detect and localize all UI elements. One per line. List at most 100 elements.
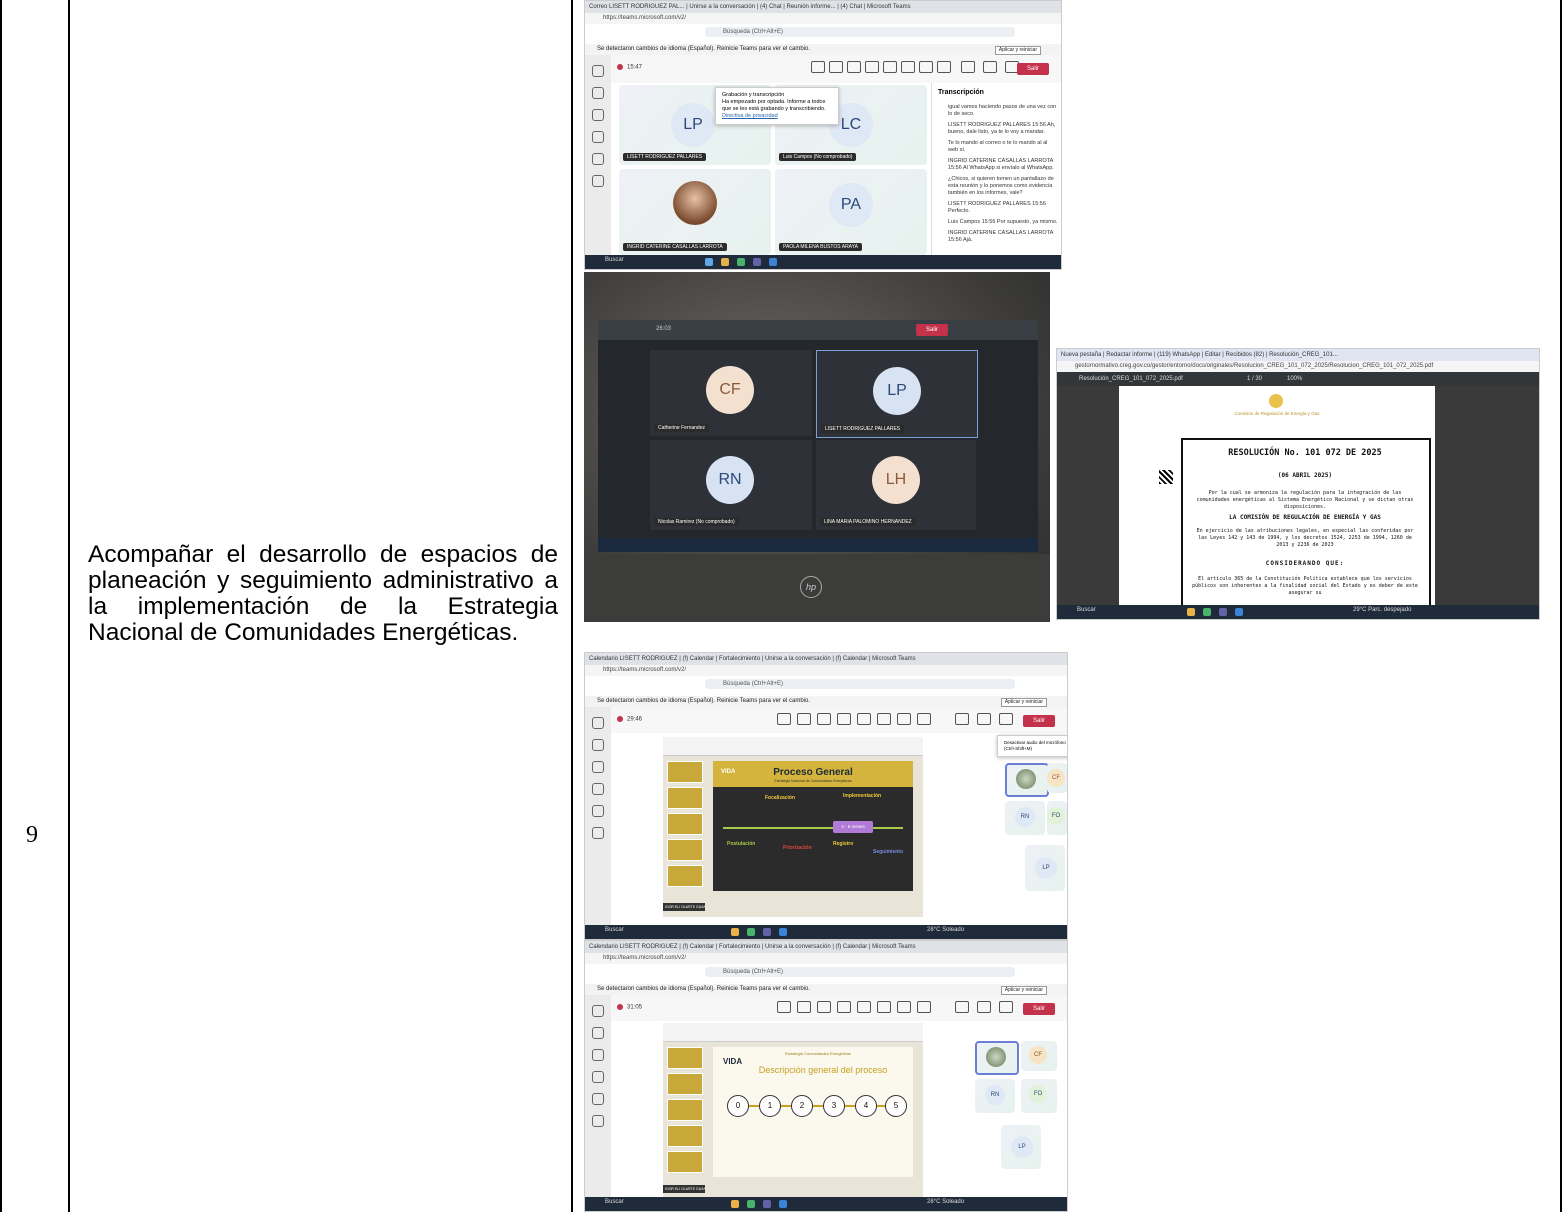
slide-thumbnail[interactable]	[667, 1125, 703, 1147]
taskbar-app-icon[interactable]	[769, 258, 777, 266]
notes-icon[interactable]	[897, 713, 911, 725]
slide-thumbnail[interactable]	[667, 761, 703, 783]
search-input[interactable]: Búsqueda (Ctrl+Alt+E)	[705, 967, 1015, 977]
slide-thumbnail[interactable]	[667, 787, 703, 809]
notes-icon[interactable]	[897, 1001, 911, 1013]
browser-tabs[interactable]: Nueva pestaña | Redactar informe | (119)…	[1057, 349, 1539, 361]
mic-icon[interactable]	[983, 61, 997, 73]
teams-icon[interactable]	[763, 1200, 771, 1208]
mic-icon[interactable]	[977, 713, 991, 725]
slide-thumbnail[interactable]	[667, 1073, 703, 1095]
taskbar-app-icon[interactable]	[779, 1200, 787, 1208]
participant-tile[interactable]: RN Nicolas Ramirez (No comprobado)	[650, 440, 812, 530]
participant-tile[interactable]: LP LISETT RODRIGUEZ PALLARES	[816, 350, 978, 438]
taskbar-search[interactable]: Buscar	[1077, 607, 1096, 613]
address-bar[interactable]: gestornormativo.creg.gov.co/gestor/entor…	[1057, 361, 1539, 372]
reactions-icon[interactable]	[865, 61, 879, 73]
camera-icon[interactable]	[961, 61, 975, 73]
taskbar-search[interactable]: Buscar	[605, 927, 624, 933]
participant-tile[interactable]: LP	[1025, 845, 1065, 891]
participant-tile[interactable]: RN	[1005, 801, 1045, 835]
taskbar-app-icon[interactable]	[731, 928, 739, 936]
apply-restart-button[interactable]: Aplicar y reiniciar	[994, 46, 1041, 55]
leave-button[interactable]: Salir	[1023, 1003, 1055, 1015]
view-icon[interactable]	[883, 61, 897, 73]
taskbar-app-icon[interactable]	[1203, 608, 1211, 616]
address-bar[interactable]: https://teams.microsoft.com/v2/	[585, 13, 1061, 24]
calls-icon[interactable]	[592, 783, 604, 795]
teams-icon[interactable]	[1219, 608, 1227, 616]
calendar-icon[interactable]	[592, 1049, 604, 1061]
leave-button[interactable]: Salir	[1023, 715, 1055, 727]
slide-thumbnail[interactable]	[667, 1047, 703, 1069]
apps-icon[interactable]	[592, 1115, 604, 1127]
people-icon[interactable]	[829, 61, 843, 73]
taskbar-app-icon[interactable]	[731, 1200, 739, 1208]
calendar-icon[interactable]	[592, 761, 604, 773]
address-bar[interactable]: https://teams.microsoft.com/v2/	[585, 953, 1067, 964]
more-icon[interactable]	[937, 61, 951, 73]
taskbar-app-icon[interactable]	[1235, 608, 1243, 616]
apps-icon[interactable]	[592, 175, 604, 187]
slide-thumbnail[interactable]	[667, 865, 703, 887]
notes-icon[interactable]	[901, 61, 915, 73]
taskbar-app-icon[interactable]	[779, 928, 787, 936]
teams-icon[interactable]	[753, 258, 761, 266]
chat-icon[interactable]	[797, 713, 811, 725]
people-icon[interactable]	[817, 713, 831, 725]
weather-widget[interactable]: 28°C Soleado	[927, 927, 964, 933]
share-icon[interactable]	[999, 1001, 1013, 1013]
taskbar-app-icon[interactable]	[747, 928, 755, 936]
participant-tile[interactable]	[975, 1041, 1019, 1075]
apps-icon[interactable]	[919, 61, 933, 73]
reactions-icon[interactable]	[857, 1001, 871, 1013]
onedrive-icon[interactable]	[592, 805, 604, 817]
apps-icon[interactable]	[592, 827, 604, 839]
leave-button[interactable]: Salir	[916, 324, 948, 336]
chat-icon[interactable]	[811, 61, 825, 73]
onedrive-icon[interactable]	[592, 153, 604, 165]
search-input[interactable]: Búsqueda (Ctrl+Alt+E)	[705, 27, 1015, 37]
stop-share-icon[interactable]	[777, 1001, 791, 1013]
participant-tile[interactable]: INGRID CATERINE CASALLAS LARROTA	[619, 169, 771, 255]
chat-icon[interactable]	[592, 739, 604, 751]
mic-icon[interactable]	[977, 1001, 991, 1013]
share-icon[interactable]	[999, 713, 1013, 725]
weather-widget[interactable]: 28°C Soleado	[927, 1199, 964, 1205]
participant-tile[interactable]: PA PAOLA MILENA BUSTOS ARAYA	[775, 169, 927, 255]
weather-widget[interactable]: 29°C Parc. despejado	[1353, 607, 1411, 613]
apply-restart-button[interactable]: Aplicar y reiniciar	[1000, 698, 1047, 707]
apps-icon[interactable]	[917, 713, 931, 725]
taskbar-app-icon[interactable]	[737, 258, 745, 266]
search-input[interactable]: Búsqueda (Ctrl+Alt+E)	[705, 679, 1015, 689]
taskbar-app-icon[interactable]	[1187, 608, 1195, 616]
browser-tabs[interactable]: Calendario LISETT RODRIGUEZ | (f) Calend…	[585, 941, 1067, 953]
apply-restart-button[interactable]: Aplicar y reiniciar	[1000, 986, 1047, 995]
participant-tile[interactable]: CF Catherine Fernandez	[650, 350, 812, 436]
taskbar-app-icon[interactable]	[721, 258, 729, 266]
chat-icon[interactable]	[797, 1001, 811, 1013]
calendar-icon[interactable]	[592, 109, 604, 121]
stop-share-icon[interactable]	[777, 713, 791, 725]
camera-icon[interactable]	[955, 1001, 969, 1013]
participant-tile[interactable]: CF	[1047, 763, 1067, 793]
calls-icon[interactable]	[592, 131, 604, 143]
participant-tile[interactable]: LP	[1001, 1125, 1041, 1169]
apps-icon[interactable]	[917, 1001, 931, 1013]
browser-tabs[interactable]: Calendario LISETT RODRIGUEZ | (f) Calend…	[585, 653, 1067, 665]
chat-icon[interactable]	[592, 87, 604, 99]
people-icon[interactable]	[817, 1001, 831, 1013]
participant-tile[interactable]: RN	[975, 1079, 1015, 1113]
participant-tile[interactable]: LH LINA MARIA PALOMINO HERNANDEZ	[816, 440, 976, 530]
participant-tile[interactable]: CF	[1021, 1041, 1057, 1071]
participant-tile[interactable]: FO	[1021, 1079, 1057, 1113]
activity-icon[interactable]	[592, 1005, 604, 1017]
activity-icon[interactable]	[592, 65, 604, 77]
taskbar-search[interactable]: Buscar	[605, 257, 624, 263]
activity-icon[interactable]	[592, 717, 604, 729]
page-indicator[interactable]: 1 / 30	[1247, 372, 1262, 386]
participant-tile[interactable]	[1005, 763, 1049, 797]
slide-thumbnail[interactable]	[667, 1099, 703, 1121]
slide-thumbnail[interactable]	[667, 813, 703, 835]
taskbar-app-icon[interactable]	[705, 258, 713, 266]
